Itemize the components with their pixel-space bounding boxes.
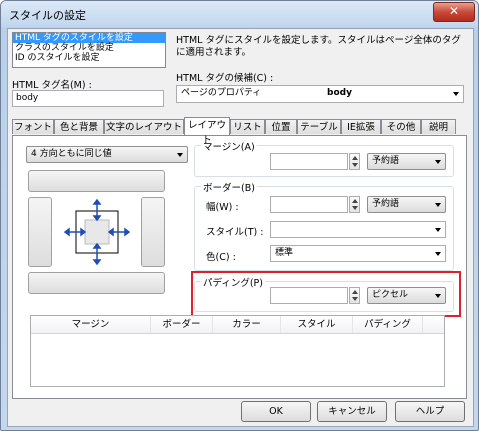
border-width-input[interactable]	[270, 196, 348, 213]
close-icon[interactable]: ✕	[433, 2, 475, 22]
tab-position[interactable]: 位置	[265, 119, 297, 134]
bottom-edge-button[interactable]	[28, 272, 165, 294]
chevron-down-icon	[453, 92, 459, 96]
margin-input[interactable]	[270, 153, 348, 170]
tab-other[interactable]: その他	[381, 119, 421, 134]
dialog-client-area: HTML タグのスタイルを設定 クラスのスタイルを設定 ID のスタイルを設定 …	[7, 28, 474, 427]
tab-color-background[interactable]: 色と背景	[54, 119, 104, 134]
top-edge-button[interactable]	[28, 170, 165, 192]
chevron-down-icon	[435, 228, 441, 232]
column-padding[interactable]: パディング	[353, 316, 423, 333]
title-bar: スタイルの設定 ✕	[1, 1, 478, 27]
border-width-unit-select[interactable]: 予約語	[367, 196, 446, 213]
tab-description[interactable]: 説明	[421, 119, 456, 134]
list-item-id-style[interactable]: ID のスタイルを設定	[13, 53, 165, 63]
tab-ie-extension[interactable]: IE拡張	[341, 119, 381, 134]
tag-candidate-prefix: ページのプロパティ	[181, 88, 262, 98]
style-settings-dialog: スタイルの設定 ✕ HTML タグのスタイルを設定 クラスのスタイルを設定 ID…	[0, 0, 479, 431]
border-width-spinner[interactable]	[349, 196, 360, 213]
tag-candidate-value: body	[327, 88, 352, 98]
border-style-label: スタイル(T) :	[206, 227, 264, 238]
tag-candidate-label: HTML タグの候補(C) :	[176, 73, 274, 84]
summary-listview[interactable]: マージン ボーダー カラー スタイル パディング	[30, 315, 445, 387]
list-item-class-style[interactable]: クラスのスタイルを設定	[13, 43, 165, 53]
border-label: ボーダー(B)	[201, 180, 257, 194]
listview-header: マージン ボーダー カラー スタイル パディング	[31, 316, 444, 334]
content-box	[84, 219, 110, 245]
border-width-unit-value: 予約語	[372, 199, 400, 209]
chevron-down-icon	[435, 160, 441, 164]
ok-button[interactable]: OK	[241, 401, 311, 422]
chevron-down-icon	[177, 153, 183, 157]
style-type-list[interactable]: HTML タグのスタイルを設定 クラスのスタイルを設定 ID のスタイルを設定	[12, 32, 166, 68]
tag-candidate-select[interactable]: ページのプロパティ body	[176, 85, 464, 103]
margin-unit-value: 予約語	[372, 156, 400, 166]
direction-select[interactable]: 4 方向ともに同じ値	[26, 146, 188, 163]
column-border[interactable]: ボーダー	[151, 316, 213, 333]
column-color[interactable]: カラー	[213, 316, 281, 333]
margin-spinner[interactable]	[349, 153, 360, 170]
chevron-down-icon	[435, 252, 441, 256]
right-edge-button[interactable]	[141, 197, 165, 267]
border-color-select[interactable]: 標準	[270, 245, 446, 262]
tab-layout[interactable]: レイアウト	[184, 117, 230, 146]
left-edge-button[interactable]	[28, 197, 52, 267]
direction-select-value: 4 方向ともに同じ値	[31, 149, 112, 159]
box-model-diagram	[64, 199, 130, 265]
margin-unit-select[interactable]: 予約語	[367, 153, 446, 170]
column-style[interactable]: スタイル	[281, 316, 353, 333]
tab-list[interactable]: リスト	[230, 119, 265, 134]
tab-text-layout[interactable]: 文字のレイアウト	[104, 119, 184, 134]
cancel-button[interactable]: キャンセル	[317, 401, 387, 422]
border-color-label: 色(C) :	[206, 252, 236, 263]
chevron-down-icon	[435, 203, 441, 207]
column-margin[interactable]: マージン	[31, 316, 151, 333]
border-width-label: 幅(W) :	[206, 202, 239, 213]
window-title: スタイルの設定	[9, 9, 86, 22]
border-color-value: 標準	[275, 248, 294, 258]
tag-name-input[interactable]: body	[12, 90, 164, 107]
list-item-html-tag-style[interactable]: HTML タグのスタイルを設定	[13, 33, 165, 43]
help-button[interactable]: ヘルプ	[395, 401, 465, 422]
highlight-box	[191, 271, 461, 317]
description-text: HTML タグにスタイルを設定します。スタイルはページ全体のタグに適用されます。	[176, 35, 461, 58]
tab-font[interactable]: フォント	[12, 119, 54, 134]
border-style-select[interactable]	[270, 221, 446, 238]
tab-table[interactable]: テーブル	[297, 119, 341, 134]
tag-name-label: HTML タグ名(M) :	[12, 80, 92, 91]
